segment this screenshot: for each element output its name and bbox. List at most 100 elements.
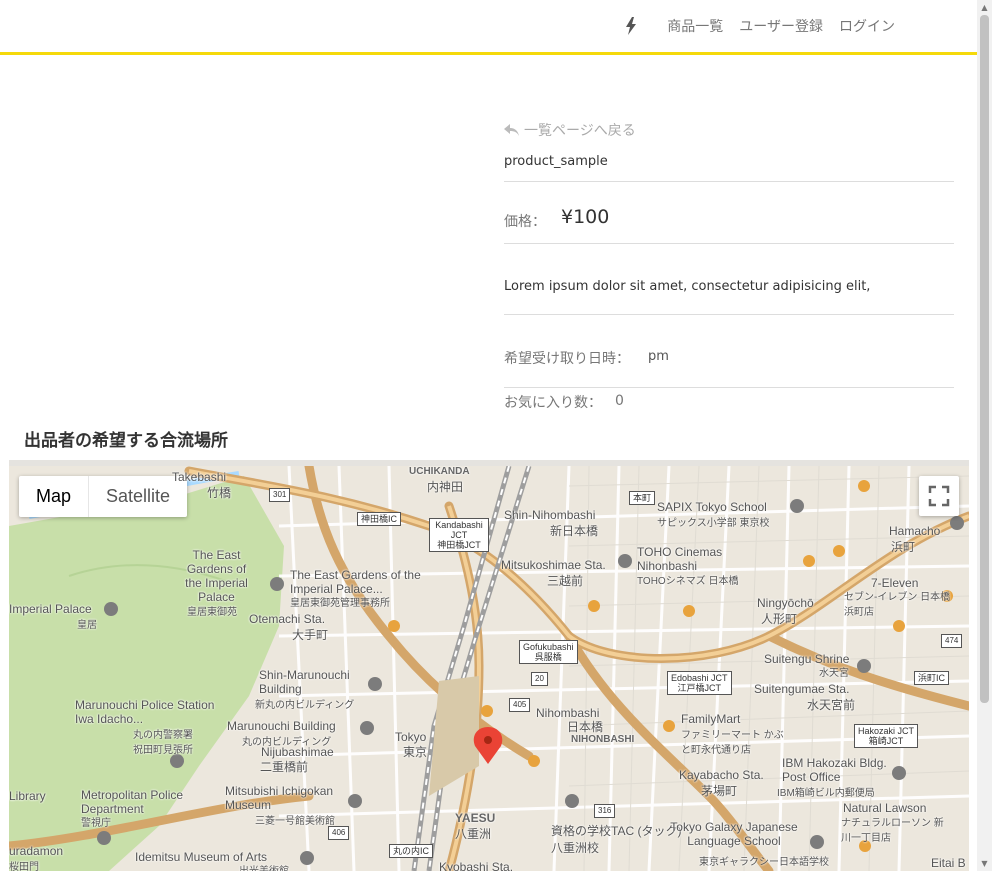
map-label: Marunouchi Building bbox=[227, 719, 336, 733]
map-label: 内神田 bbox=[427, 480, 464, 494]
route-shield: 405 bbox=[509, 698, 531, 712]
map-label: Hamacho bbox=[889, 524, 941, 538]
map-label: 人形町 bbox=[761, 612, 798, 626]
map-label: 皇居 bbox=[77, 620, 97, 631]
map-label: Marunouchi Police Station Iwa Idacho... bbox=[75, 698, 215, 726]
page-scrollbar[interactable]: ▲ ▼ bbox=[977, 0, 992, 871]
map-label: ファミリーマート かぶと町永代通り店 bbox=[681, 730, 784, 756]
back-to-list-link[interactable]: 一覧ページへ戻る bbox=[504, 120, 636, 140]
map-label: セブン-イレブン 日本橋浜町店 bbox=[844, 592, 951, 618]
map-label: 浜町IC bbox=[914, 671, 950, 685]
map-label: Metropolitan Police Department bbox=[81, 788, 184, 816]
map-label: 丸の内IC bbox=[389, 844, 434, 858]
back-link-label: 一覧ページへ戻る bbox=[524, 123, 636, 139]
map-label: 本町 bbox=[629, 491, 656, 505]
map-label: TOHO Cinemas Nihonbashi bbox=[637, 545, 723, 573]
map-label: Kandabashi JCT 神田橋JCT bbox=[429, 518, 489, 552]
map-label: 大手町 bbox=[292, 628, 329, 642]
map-label: Gofukubashi 呉服橋 bbox=[519, 640, 578, 664]
price-label: 価格： bbox=[504, 214, 546, 230]
nav-login[interactable]: ログイン bbox=[839, 16, 895, 36]
map-label: 東京ギャラクシー日本語学校 bbox=[699, 857, 829, 868]
route-shield: 316 bbox=[594, 804, 616, 818]
map-label: 水天宮 bbox=[819, 668, 849, 679]
map-label: SAPIX Tokyo School bbox=[657, 500, 767, 514]
product-name: product_sample bbox=[504, 154, 608, 169]
route-shield: 301 bbox=[269, 488, 291, 502]
map-label: 浜町 bbox=[891, 540, 916, 554]
map-label: Hakozaki JCT 箱崎JCT bbox=[854, 724, 919, 748]
map-label: 水天宮前 bbox=[807, 698, 856, 712]
scroll-up-arrow-icon[interactable]: ▲ bbox=[977, 0, 992, 15]
divider bbox=[504, 181, 954, 182]
map-label: 皇居東御苑 bbox=[187, 607, 237, 618]
map-label: 新日本橋 bbox=[550, 524, 599, 538]
nav-product-list[interactable]: 商品一覧 bbox=[667, 16, 723, 36]
map-label: Otemachi Sta. bbox=[249, 612, 326, 626]
google-map[interactable]: Map Satellite Takebashi 竹橋 UCHIKANDA 内神田… bbox=[9, 460, 969, 871]
map-label: IBM箱崎ビル内郵便局 bbox=[777, 788, 875, 799]
pickup-datetime-label: 希望受け取り日時： bbox=[504, 351, 630, 367]
map-label: 出光美術館 bbox=[239, 862, 289, 871]
map-label: Tokyo bbox=[395, 730, 427, 744]
product-description: Lorem ipsum dolor sit amet, consectetur … bbox=[504, 279, 871, 294]
map-label: 二重橋前 bbox=[260, 760, 309, 774]
divider bbox=[504, 387, 954, 388]
map-label: Natural Lawson bbox=[843, 801, 927, 815]
map-label: 警視庁 bbox=[81, 818, 111, 829]
map-label: サピックス小学部 東京校 bbox=[657, 518, 770, 529]
map-label: 三越前 bbox=[547, 574, 584, 588]
map-label: Edobashi JCT 江戸橋JCT bbox=[667, 671, 732, 695]
map-type-map-button[interactable]: Map bbox=[19, 476, 90, 517]
map-label: Shin-Nihombashi bbox=[504, 508, 596, 522]
nav-user-register[interactable]: ユーザー登録 bbox=[739, 16, 823, 36]
map-label: Library bbox=[9, 789, 46, 803]
map-label: 神田橋IC bbox=[357, 512, 402, 526]
scroll-thumb[interactable] bbox=[980, 15, 989, 703]
map-label: 八重洲 bbox=[455, 827, 492, 841]
map-label: NIHONBASHI bbox=[571, 734, 635, 745]
bolt-icon[interactable] bbox=[625, 17, 637, 35]
scroll-down-arrow-icon[interactable]: ▼ bbox=[977, 856, 992, 871]
map-label: Mitsukoshimae Sta. bbox=[501, 558, 606, 572]
map-label: 丸の内警察署 祝田町見張所 bbox=[133, 730, 193, 756]
route-shield: 20 bbox=[531, 672, 548, 686]
pickup-datetime-value: pm bbox=[648, 349, 669, 364]
map-label: Takebashi bbox=[172, 470, 227, 484]
map-label: 皇居東御苑管理事務所 bbox=[290, 598, 390, 609]
map-label: The East Gardens of the Imperial Palace bbox=[185, 548, 248, 604]
favorites-label: お気に入り数： bbox=[504, 395, 602, 411]
map-label: Kyobashi Sta. bbox=[439, 860, 514, 871]
divider bbox=[504, 243, 954, 244]
map-label: TOHOシネマズ 日本橋 bbox=[637, 576, 739, 587]
map-type-control: Map Satellite bbox=[19, 476, 188, 517]
meeting-place-title: 出品者の希望する合流場所 bbox=[24, 431, 228, 451]
map-label: Imperial Palace bbox=[9, 602, 92, 616]
fullscreen-icon bbox=[928, 485, 950, 507]
fullscreen-button[interactable] bbox=[919, 476, 959, 516]
map-label: Eitai B bbox=[931, 856, 966, 870]
main-nav: 商品一覧 ユーザー登録 ログイン bbox=[625, 16, 895, 36]
map-label: Kayabacho Sta. bbox=[679, 768, 764, 782]
map-label: 三菱一号館美術館 bbox=[255, 816, 335, 827]
price-value: ¥100 bbox=[561, 206, 610, 228]
map-label: 東京 bbox=[403, 745, 428, 759]
map-label: 新丸の内ビルディング bbox=[255, 700, 355, 711]
favorites-count: 0 bbox=[615, 393, 624, 409]
site-header: 商品一覧 ユーザー登録 ログイン bbox=[0, 0, 977, 55]
map-label: Nijubashimae bbox=[261, 745, 334, 759]
map-label: The East Gardens of the Imperial Palace.… bbox=[290, 568, 421, 596]
map-label: 茅場町 bbox=[701, 784, 738, 798]
route-shield: 406 bbox=[328, 826, 350, 840]
map-label: Shin-Marunouchi Building bbox=[259, 668, 350, 696]
map-label: Mitsubishi Ichigokan Museum bbox=[225, 784, 334, 812]
map-label: 竹橋 bbox=[207, 486, 232, 500]
route-shield: 474 bbox=[941, 634, 963, 648]
map-label: uradamon bbox=[9, 844, 64, 858]
map-label: YAESU bbox=[455, 811, 496, 825]
map-label: 日本橋 bbox=[567, 720, 604, 734]
map-label: 桜田門 bbox=[9, 862, 39, 871]
divider bbox=[504, 314, 954, 315]
map-label: UCHIKANDA bbox=[409, 466, 470, 477]
map-label: Suitengumae Sta. bbox=[754, 682, 850, 696]
